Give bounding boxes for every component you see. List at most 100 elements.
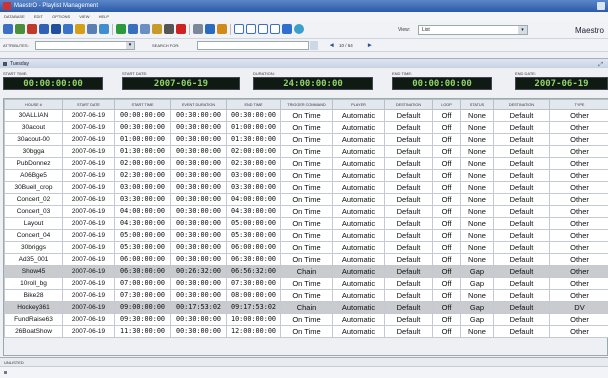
table-cell: Gap — [460, 265, 494, 278]
save-icon[interactable] — [51, 24, 61, 34]
menu-edit[interactable]: Edit — [34, 14, 43, 19]
chart-icon[interactable] — [99, 24, 109, 34]
app-icon — [3, 2, 11, 10]
scroll-handle[interactable] — [4, 371, 7, 374]
table-cell: Off — [432, 157, 461, 170]
table-row[interactable]: PubDonnez 2007-06-19 02:00:00:00 00:30:00:0… — [4, 157, 608, 170]
paste-icon[interactable] — [152, 24, 162, 34]
settings-icon[interactable] — [193, 24, 203, 34]
table-cell: 07:30:00:00 — [114, 289, 171, 302]
table-row[interactable]: FundRaise63 2007-06-19 09:30:00:00 00:30:00… — [4, 313, 608, 326]
attributes-select[interactable]: ▾ — [35, 41, 135, 50]
table-cell: Off — [432, 133, 461, 146]
table-cell: 06:00:00:00 — [114, 253, 171, 266]
column-header[interactable]: Event Duration — [170, 99, 227, 110]
collapse-icon[interactable] — [3, 62, 7, 66]
table-row[interactable]: 26BoatShow 2007-06-19 11:30:00:00 00:30:00:… — [4, 325, 608, 338]
table-cell: On Time — [280, 121, 333, 134]
first-record-icon[interactable]: ◂ — [330, 41, 334, 50]
table-row[interactable]: A06Bge5 2007-06-19 02:30:00:00 00:30:00:00 0… — [4, 169, 608, 182]
save-as-icon[interactable] — [63, 24, 73, 34]
table-row[interactable]: Concert_02 2007-06-19 03:30:00:00 00:30:00:… — [4, 193, 608, 206]
table-row[interactable]: Ad35_001 2007-06-19 06:00:00:00 00:30:00:00… — [4, 253, 608, 266]
table-row[interactable]: 30briggs 2007-06-19 05:30:00:00 00:30:00:00… — [4, 241, 608, 254]
cut-icon[interactable] — [164, 24, 174, 34]
table-cell: Other — [549, 313, 608, 326]
table-cell: 2007-06-19 — [62, 277, 115, 290]
home-icon[interactable] — [27, 24, 37, 34]
delete-icon[interactable] — [176, 24, 186, 34]
table-row[interactable]: 30ALLIAN 2007-06-19 00:00:00:00 00:30:00:00… — [4, 109, 608, 122]
refresh-icon[interactable] — [15, 24, 25, 34]
table-row[interactable]: Concert_04 2007-06-19 05:00:00:00 00:30:00:… — [4, 229, 608, 242]
table-cell: 09:17:53:02 — [226, 301, 281, 314]
table-cell: Other — [549, 205, 608, 218]
column-header[interactable]: Trigger Command — [280, 99, 333, 110]
column-header[interactable]: Loop — [432, 99, 461, 110]
column-header[interactable]: Destination — [384, 99, 433, 110]
check-icon[interactable] — [116, 24, 126, 34]
table-cell: 26BoatShow — [4, 325, 63, 338]
table-row[interactable]: 30bgga 2007-06-19 01:30:00:00 00:30:00:00 02… — [4, 145, 608, 158]
table-row[interactable]: 30acout 2007-06-19 00:30:00:00 00:30:00:00 0… — [4, 121, 608, 134]
back-icon[interactable] — [3, 24, 13, 34]
report-icon[interactable] — [87, 24, 97, 34]
column-header[interactable]: Player — [332, 99, 385, 110]
table-cell: Default — [493, 193, 550, 206]
menu-options[interactable]: Options — [52, 14, 70, 19]
table-row[interactable]: Show45 2007-06-19 06:30:00:00 00:26:32:00 06… — [4, 265, 608, 278]
table-cell: 06:56:32:00 — [226, 265, 281, 278]
new-icon[interactable] — [39, 24, 49, 34]
table-row[interactable]: Bike28 2007-06-19 07:30:00:00 00:30:00:00 08… — [4, 289, 608, 302]
menu-database[interactable]: Database — [4, 14, 25, 19]
chevron-down-icon[interactable]: ▾ — [518, 26, 527, 34]
table-row[interactable]: Concert_03 2007-06-19 04:00:00:00 00:30:00:… — [4, 205, 608, 218]
view-select[interactable]: List ▾ — [418, 25, 528, 35]
table-cell: 03:00:00:00 — [114, 181, 171, 194]
sync-icon[interactable] — [294, 24, 304, 34]
column-header[interactable]: Status — [460, 99, 494, 110]
table-row[interactable]: Layout 2007-06-19 04:30:00:00 00:30:00:00 05… — [4, 217, 608, 230]
find-icon[interactable] — [217, 24, 227, 34]
table-cell: None — [460, 253, 494, 266]
menu-help[interactable]: Help — [99, 14, 109, 19]
filter-icon[interactable] — [282, 24, 292, 34]
table-cell: Off — [432, 217, 461, 230]
table-cell: Off — [432, 301, 461, 314]
column-header[interactable]: Start Time — [114, 99, 171, 110]
table-cell: Default — [384, 205, 433, 218]
column-header[interactable]: House # — [4, 99, 63, 110]
close-icon[interactable] — [597, 2, 605, 10]
forward-icon[interactable] — [128, 24, 138, 34]
table-cell: Other — [549, 217, 608, 230]
search-input[interactable] — [197, 41, 309, 50]
table-cell: 2007-06-19 — [62, 205, 115, 218]
table-cell: None — [460, 109, 494, 122]
list-icon[interactable] — [246, 24, 256, 34]
search-button[interactable] — [310, 41, 318, 50]
table-row[interactable]: 30Buell_crop 2007-06-19 03:00:00:00 00:30:0… — [4, 181, 608, 194]
menu-view[interactable]: View — [79, 14, 89, 19]
column-header[interactable]: Start Date — [62, 99, 115, 110]
last-record-icon[interactable]: ▸ — [368, 41, 372, 50]
copy-icon[interactable] — [140, 24, 150, 34]
table-cell: Default — [384, 313, 433, 326]
table-row[interactable]: Hockey361 2007-06-19 09:00:00:00 00:17:53:0… — [4, 301, 608, 314]
table-cell: 00:30:00:00 — [226, 109, 281, 122]
table-cell: 01:00:00:00 — [226, 121, 281, 134]
unlisted-label: Unlisted — [4, 360, 24, 365]
column-header[interactable]: End Time — [226, 99, 281, 110]
play-icon[interactable] — [205, 24, 215, 34]
card-icon[interactable] — [270, 24, 280, 34]
table-row[interactable]: 30acout-00 2007-06-19 01:00:00:00 00:30:00:… — [4, 133, 608, 146]
table-cell: Other — [549, 229, 608, 242]
toolbar-separator — [112, 24, 113, 35]
table-cell: 03:30:00:00 — [226, 181, 281, 194]
open-icon[interactable] — [75, 24, 85, 34]
column-header[interactable]: Destination — [493, 99, 550, 110]
table-icon[interactable] — [258, 24, 268, 34]
table-row[interactable]: 10roll_bg 2007-06-19 07:00:00:00 00:30:00:0… — [4, 277, 608, 290]
chevron-down-icon[interactable]: ▾ — [126, 42, 134, 49]
column-header[interactable]: Type — [549, 99, 608, 110]
grid-icon[interactable] — [234, 24, 244, 34]
